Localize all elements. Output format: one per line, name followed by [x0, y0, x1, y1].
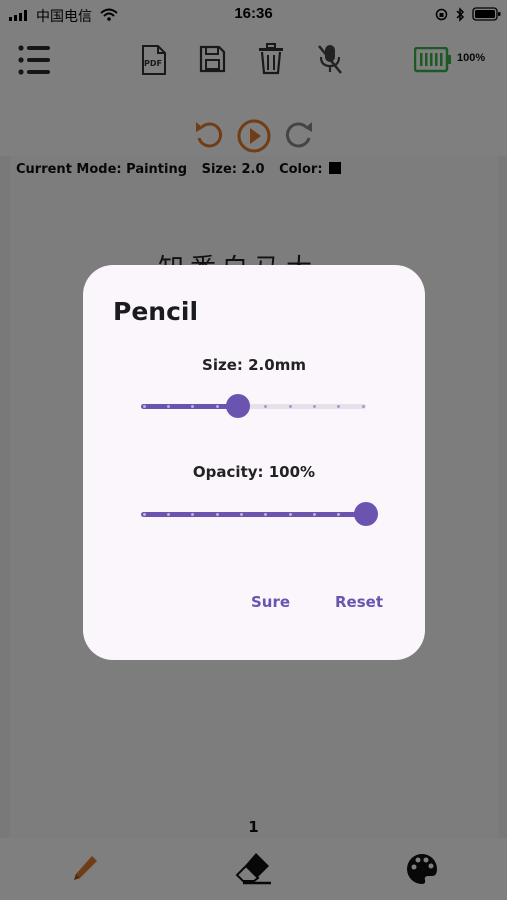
slider-tick [166, 405, 170, 408]
slider-tick [312, 405, 316, 408]
size-slider-ticks [141, 404, 366, 409]
reset-button[interactable]: Reset [335, 593, 383, 611]
sure-button[interactable]: Sure [251, 593, 290, 611]
opacity-label: Opacity: 100% [192, 463, 316, 481]
slider-tick [337, 405, 341, 408]
opacity-slider-thumb[interactable] [354, 502, 378, 526]
size-slider-thumb[interactable] [225, 394, 250, 418]
slider-tick [288, 513, 292, 516]
slider-tick [191, 513, 195, 516]
slider-tick [142, 405, 146, 408]
slider-tick [215, 405, 219, 408]
slider-tick [361, 405, 365, 408]
slider-tick [166, 513, 170, 516]
slider-tick [215, 513, 219, 516]
size-slider[interactable] [141, 391, 366, 421]
slider-tick [264, 405, 268, 408]
size-label: Size: 2.0mm [202, 356, 306, 374]
pencil-dialog: Pencil Size: 2.0mm Opacity: 100% Sure Re… [83, 265, 425, 660]
opacity-slider-ticks [141, 512, 366, 517]
slider-tick [239, 513, 243, 516]
slider-tick [312, 513, 316, 516]
slider-tick [142, 513, 146, 516]
slider-tick [264, 513, 268, 516]
slider-tick [337, 513, 341, 516]
opacity-slider[interactable] [141, 499, 378, 529]
slider-tick [191, 405, 195, 408]
dialog-title: Pencil [113, 297, 199, 326]
slider-tick [288, 405, 292, 408]
